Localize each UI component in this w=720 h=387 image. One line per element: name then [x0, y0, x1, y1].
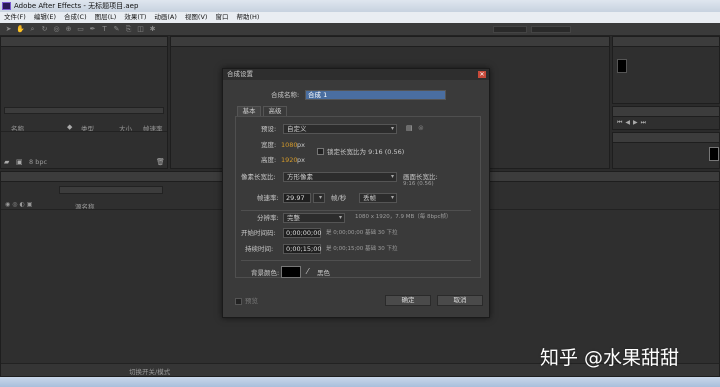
- tab-advanced[interactable]: 高级: [263, 106, 287, 116]
- width-label: 宽度:: [261, 141, 277, 149]
- window-title-bar: Adobe After Effects - 无标题项目.aep: [0, 0, 720, 12]
- info-panel: [612, 36, 720, 104]
- rotate-tool-icon[interactable]: ↻: [40, 25, 49, 34]
- resolution-label: 分辨率:: [257, 214, 279, 222]
- height-value[interactable]: 1920: [281, 156, 298, 164]
- menu-bar: 文件(F) 编辑(E) 合成(C) 图层(L) 效果(T) 动画(A) 视图(V…: [0, 12, 720, 23]
- brush-tool-icon[interactable]: ✎: [112, 25, 121, 34]
- frame-rate-unit: 帧/秒: [331, 194, 347, 202]
- menu-file[interactable]: 文件(F): [4, 12, 26, 23]
- pixel-aspect-label: 像素长宽比:: [241, 173, 276, 181]
- menu-layer[interactable]: 图层(L): [95, 12, 117, 23]
- preset-select[interactable]: 自定义: [283, 124, 397, 134]
- comp-name-input[interactable]: 合成 1: [305, 90, 446, 100]
- menu-composition[interactable]: 合成(C): [64, 12, 87, 23]
- start-timecode-label: 开始时间码:: [241, 229, 276, 237]
- dialog-close-button[interactable]: ✕: [478, 71, 486, 78]
- zoom-tool-icon[interactable]: ⌕: [28, 25, 37, 34]
- menu-help[interactable]: 帮助(H): [236, 12, 259, 23]
- project-panel-tab[interactable]: [1, 37, 167, 47]
- pen-tool-icon[interactable]: ✒: [88, 25, 97, 34]
- menu-window[interactable]: 窗口: [215, 12, 228, 23]
- duration-input[interactable]: 0;00;15;00: [283, 244, 322, 254]
- preview-controls-icon[interactable]: ⏮◀▶⏭: [617, 119, 649, 127]
- resolution-select[interactable]: 完整: [283, 213, 345, 223]
- composition-viewer-tab[interactable]: [171, 37, 609, 47]
- tools-toolbar: ➤ ✋ ⌕ ↻ ◎ ⊕ ▭ ✒ T ✎ ⎘ ◫ ✱: [0, 23, 720, 36]
- menu-effect[interactable]: 效果(T): [124, 12, 146, 23]
- drop-frame-select[interactable]: 丢帧: [359, 193, 397, 203]
- timeline-search-input[interactable]: [59, 186, 163, 194]
- height-label: 高度:: [261, 156, 277, 164]
- lock-aspect-label: 锁定长宽比为 9:16 (0.56): [327, 148, 405, 156]
- width-value[interactable]: 1080: [281, 141, 298, 149]
- preset-label: 预设:: [261, 125, 277, 133]
- comp-name-label: 合成名称:: [271, 91, 300, 99]
- puppet-tool-icon[interactable]: ✱: [148, 25, 157, 34]
- selection-tool-icon[interactable]: ➤: [4, 25, 13, 34]
- layer-switches-icon[interactable]: ◉◎◐▣: [5, 201, 34, 208]
- watermark-text: 知乎 @水果甜甜: [540, 347, 680, 369]
- clone-tool-icon[interactable]: ⎘: [124, 25, 133, 34]
- project-panel: 名称 ◆ 类型 大小 帧速率 ▰ ▣ 8 bpc 🗑: [0, 36, 168, 169]
- workspace-select[interactable]: [493, 26, 527, 33]
- hand-tool-icon[interactable]: ✋: [16, 25, 25, 34]
- camera-tool-icon[interactable]: ◎: [52, 25, 61, 34]
- preview-label: 预览: [245, 297, 258, 305]
- effects-presets-panel: [612, 132, 720, 169]
- preview-panel-tab[interactable]: [613, 107, 719, 117]
- info-panel-tab[interactable]: [613, 37, 719, 47]
- search-help-input[interactable]: [531, 26, 571, 33]
- folder-icon[interactable]: ▰: [4, 158, 9, 166]
- duration-info: 是 0;00;15;00 基础 30 下拉: [326, 246, 398, 252]
- toggle-switches-modes-label[interactable]: 切换开关/模式: [129, 366, 170, 376]
- menu-animation[interactable]: 动画(A): [154, 12, 177, 23]
- menu-edit[interactable]: 编辑(E): [34, 12, 56, 23]
- width-unit: px: [297, 141, 305, 149]
- resolution-info: 1080 x 1920，7.9 MB（每 8bpc帧）: [355, 214, 452, 220]
- info-color-swatch: [617, 59, 627, 73]
- dialog-title-bar: 合成设置: [223, 69, 489, 80]
- save-preset-icon[interactable]: ▤: [406, 124, 413, 132]
- window-title: Adobe After Effects - 无标题项目.aep: [14, 2, 139, 10]
- frame-aspect-label: 画面长宽比:: [403, 173, 438, 181]
- trash-icon[interactable]: 🗑: [156, 158, 165, 166]
- tab-basic[interactable]: 基本: [237, 106, 261, 116]
- cancel-button[interactable]: 取消: [437, 295, 483, 306]
- eyedropper-icon[interactable]: ⁄: [307, 267, 308, 276]
- dialog-title: 合成设置: [227, 70, 253, 78]
- pixel-aspect-select[interactable]: 方形像素: [283, 172, 397, 182]
- text-tool-icon[interactable]: T: [100, 25, 109, 34]
- effects-swatch: [709, 147, 719, 161]
- background-color-name: 黑色: [317, 269, 330, 277]
- pan-behind-tool-icon[interactable]: ⊕: [64, 25, 73, 34]
- bpc-indicator[interactable]: 8 bpc: [29, 158, 47, 166]
- height-unit: px: [297, 156, 305, 164]
- background-color-swatch[interactable]: [281, 266, 301, 278]
- frame-rate-label: 帧速率:: [257, 194, 279, 202]
- mask-tool-icon[interactable]: ▭: [76, 25, 85, 34]
- start-timecode-input[interactable]: 0;00;00;00: [283, 228, 322, 238]
- start-timecode-info: 是 0;00;00;00 基础 30 下拉: [326, 230, 398, 236]
- menu-view[interactable]: 视图(V): [185, 12, 208, 23]
- frame-rate-dropdown[interactable]: [313, 193, 325, 203]
- duration-label: 持续时间:: [245, 245, 274, 253]
- project-search-input[interactable]: [4, 107, 164, 114]
- after-effects-app-icon: [2, 2, 11, 10]
- label-tag-icon: ◆: [67, 123, 73, 131]
- new-comp-icon[interactable]: ▣: [16, 158, 23, 166]
- background-color-label: 背景颜色:: [251, 269, 280, 277]
- windows-taskbar: [0, 377, 720, 387]
- frame-aspect-value: 9:16 (0.56): [403, 181, 434, 187]
- composition-settings-dialog: 合成设置 ✕ 合成名称: 合成 1 基本 高级 预设: 自定义 ▤ ⊗ 宽度: …: [222, 68, 490, 318]
- frame-rate-input[interactable]: 29.97: [283, 193, 311, 203]
- preview-checkbox[interactable]: [235, 298, 242, 305]
- eraser-tool-icon[interactable]: ◫: [136, 25, 145, 34]
- ok-button[interactable]: 确定: [385, 295, 431, 306]
- lock-aspect-checkbox[interactable]: [317, 148, 324, 155]
- delete-preset-icon[interactable]: ⊗: [418, 124, 424, 132]
- effects-presets-tab[interactable]: [613, 133, 719, 143]
- preview-panel: ⏮◀▶⏭: [612, 106, 720, 130]
